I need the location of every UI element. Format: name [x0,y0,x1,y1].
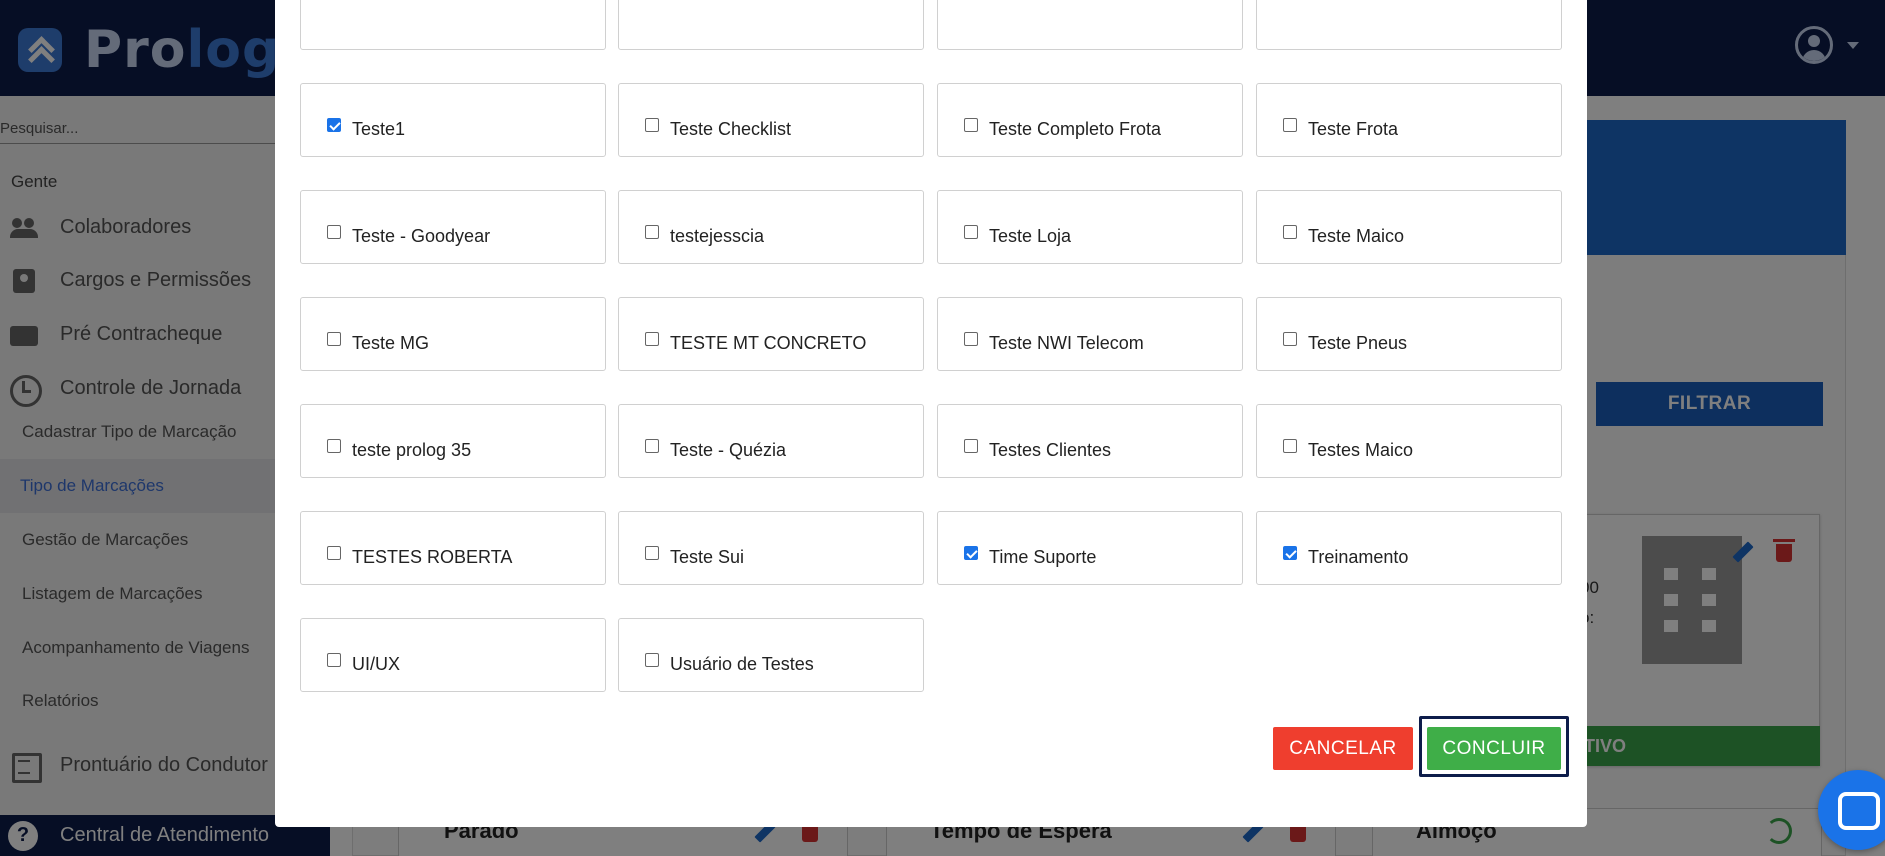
unit-option[interactable]: TESTES ROBERTA [300,511,606,585]
unit-option-label: Almoxarifado [326,0,431,1]
unit-option-label: Time Suporte [989,547,1097,567]
unit-option[interactable]: Teste - Goodyear [300,190,606,264]
unit-option[interactable] [618,0,924,50]
checkbox[interactable] [327,225,341,239]
unit-option-label: Teste Sui [670,547,745,567]
unit-option-label: Teste Frota [1308,119,1399,139]
unit-option[interactable] [1256,0,1562,50]
unit-option-label: Teste - Goodyear [352,226,491,246]
checkbox[interactable] [964,332,978,346]
checkbox-checked[interactable] [1283,546,1297,560]
unit-option-label: Usuário de Testes [670,654,814,674]
checkbox[interactable] [645,332,659,346]
unit-option-label: Treinamento [1308,547,1409,567]
unit-option-label: Testes Clientes [989,440,1112,460]
checkbox[interactable] [327,546,341,560]
unit-option[interactable]: Teste - Quézia [618,404,924,478]
checkbox[interactable] [964,225,978,239]
unit-option[interactable]: Teste Maico [1256,190,1562,264]
unit-option-label: Teste Checklist [670,119,792,139]
unit-option-label: TESTE MT CONCRETO [670,333,867,353]
checkbox[interactable] [964,439,978,453]
unit-option[interactable]: Testes Clientes [937,404,1243,478]
unit-option[interactable]: Almoxarifado [300,0,606,50]
unit-option[interactable] [937,0,1243,50]
unit-option-label: Testes Maico [1308,440,1414,460]
unit-option[interactable]: UI/UX [300,618,606,692]
unit-option-label: testejesscia [670,226,765,246]
unit-option[interactable]: testejesscia [618,190,924,264]
checkbox[interactable] [327,653,341,667]
unit-option-label: Teste Pneus [1308,333,1408,353]
unit-option[interactable]: Time Suporte [937,511,1243,585]
checkbox[interactable] [645,225,659,239]
unit-option[interactable]: Teste Pneus [1256,297,1562,371]
unit-option-label: Teste Loja [989,226,1072,246]
unit-option[interactable]: Teste NWI Telecom [937,297,1243,371]
unit-option[interactable]: TESTE MT CONCRETO [618,297,924,371]
unit-option[interactable]: Teste Sui [618,511,924,585]
checkbox[interactable] [645,653,659,667]
unit-option-label: teste prolog 35 [352,440,472,460]
unit-option-label: Teste Completo Frota [989,119,1162,139]
unit-option[interactable]: Usuário de Testes [618,618,924,692]
checkbox[interactable] [327,439,341,453]
checkbox[interactable] [964,118,978,132]
checkbox[interactable] [645,439,659,453]
unit-option-label: Teste - Quézia [670,440,787,460]
checkbox[interactable] [1283,118,1297,132]
unit-option[interactable]: teste prolog 35 [300,404,606,478]
unit-option[interactable]: Teste Frota [1256,83,1562,157]
checkbox[interactable] [327,332,341,346]
unit-selection-modal: Almoxarifado Teste1 Teste Checklist Teste C… [275,0,1587,827]
unit-option[interactable]: Teste Loja [937,190,1243,264]
unit-option-label: Teste NWI Telecom [989,333,1144,353]
checkbox[interactable] [645,546,659,560]
unit-option[interactable]: Teste Checklist [618,83,924,157]
unit-option[interactable]: Testes Maico [1256,404,1562,478]
unit-option[interactable]: Teste MG [300,297,606,371]
unit-option-label: TESTES ROBERTA [352,547,513,567]
checkbox[interactable] [1283,439,1297,453]
unit-option-label: Teste1 [352,119,406,139]
unit-option-label: Teste Maico [1308,226,1405,246]
checkbox-checked[interactable] [964,546,978,560]
confirm-button[interactable]: CONCLUIR [1427,727,1561,770]
unit-option[interactable]: Treinamento [1256,511,1562,585]
unit-option-label: UI/UX [352,654,401,674]
unit-option[interactable]: Teste1 [300,83,606,157]
unit-option[interactable]: Teste Completo Frota [937,83,1243,157]
checkbox-checked[interactable] [327,118,341,132]
checkbox[interactable] [645,118,659,132]
checkbox[interactable] [1283,332,1297,346]
checkbox[interactable] [1283,225,1297,239]
unit-option-label: Teste MG [352,333,430,353]
cancel-button[interactable]: CANCELAR [1273,727,1413,770]
